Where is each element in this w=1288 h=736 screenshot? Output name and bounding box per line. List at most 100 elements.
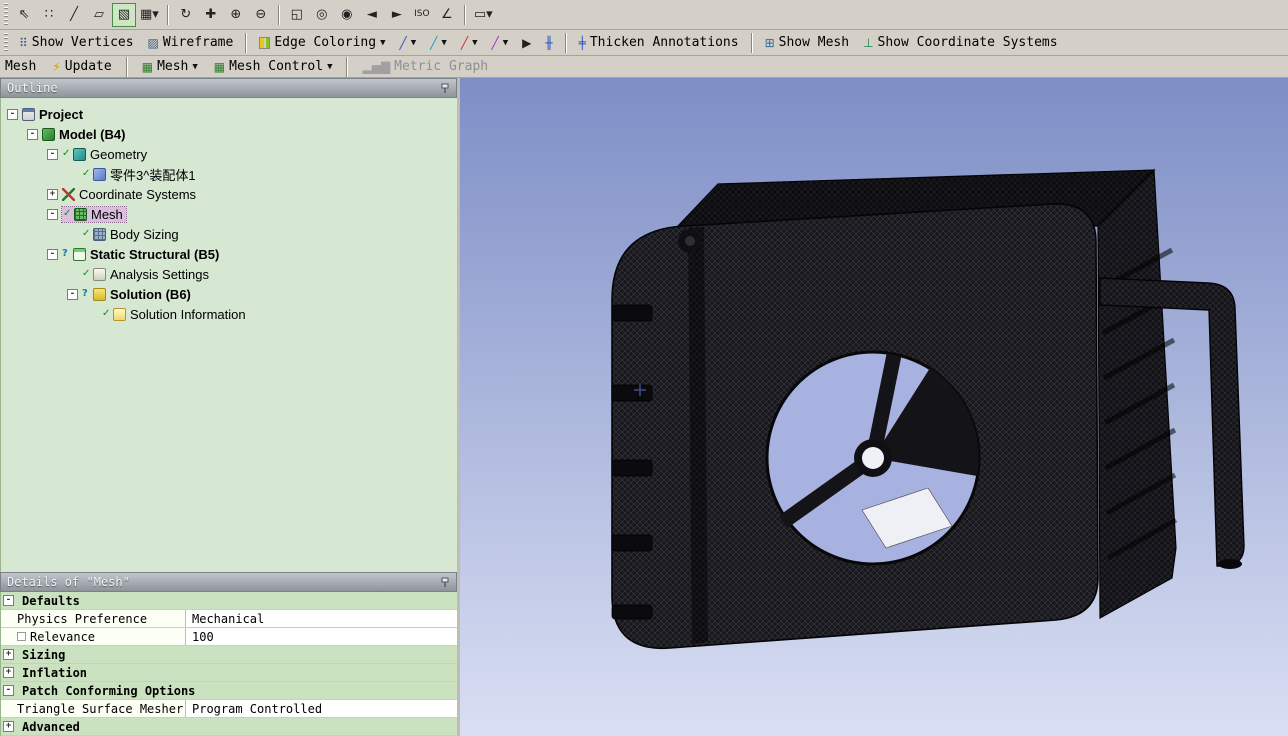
show-mesh-button[interactable]: ⊞ Show Mesh	[759, 32, 856, 53]
details-section-defaults[interactable]: - Defaults	[1, 592, 457, 610]
expand-toggle[interactable]: +	[3, 667, 14, 678]
expand-toggle[interactable]: -	[47, 149, 58, 160]
zoom-in-icon[interactable]: ⊕	[224, 3, 248, 27]
thicken-annotations-button[interactable]: ╪ Thicken Annotations	[573, 32, 745, 53]
tree-item-coordinate-systems[interactable]: + Coordinate Systems	[1, 184, 455, 204]
details-row-triangle-surface-mesher[interactable]: Triangle Surface Mesher Program Controll…	[1, 700, 457, 718]
details-row-relevance[interactable]: Relevance 100	[1, 628, 457, 646]
status-check-icon: ✓	[63, 209, 72, 219]
previous-view-icon[interactable]: ◄	[360, 3, 384, 27]
property-value[interactable]: 100	[186, 628, 457, 645]
viewports-dropdown[interactable]: ▭▾	[471, 3, 496, 27]
toolbar-grip[interactable]	[4, 33, 8, 53]
mesh-menu-dropdown[interactable]: ▦ Mesh ▼	[136, 56, 204, 77]
expand-toggle[interactable]: +	[3, 649, 14, 660]
geometry-icon	[73, 148, 86, 161]
status-check-icon: ✓	[82, 229, 91, 239]
edge-coloring-dropdown[interactable]: Edge Coloring ▼	[253, 32, 391, 53]
expand-toggle[interactable]: -	[47, 249, 58, 260]
tree-item-body-sizing[interactable]: ✓ Body Sizing	[1, 224, 455, 244]
expand-toggle[interactable]: +	[47, 189, 58, 200]
mesh-control-icon: ▦	[214, 61, 225, 73]
show-vertices-label: Show Vertices	[32, 35, 134, 50]
zoom-out-icon[interactable]: ⊖	[249, 3, 273, 27]
rotate-view-icon[interactable]: ↻	[174, 3, 198, 27]
edge-direction-button[interactable]: ▶	[516, 34, 537, 52]
coordinate-systems-icon	[62, 188, 75, 201]
fan-opening	[767, 352, 979, 564]
edge-coloring-icon	[259, 37, 270, 49]
tree-item-label: Body Sizing	[110, 227, 179, 242]
look-at-face-icon[interactable]: ∠	[435, 3, 459, 27]
section-label: Defaults	[22, 594, 80, 608]
midside-nodes-icon: ╫	[545, 37, 552, 49]
tree-item-analysis-settings[interactable]: ✓ Analysis Settings	[1, 264, 455, 284]
selection-filter-edges-icon[interactable]: ╱	[62, 3, 86, 27]
details-row-physics-preference[interactable]: Physics Preference Mechanical	[1, 610, 457, 628]
details-section-patch-conforming[interactable]: - Patch Conforming Options	[1, 682, 457, 700]
edge-option-dropdown-3[interactable]: ╱ ▼	[455, 34, 484, 52]
graphics-viewport[interactable]	[460, 78, 1288, 736]
show-vertices-button[interactable]: ⠿ Show Vertices	[13, 32, 140, 53]
next-view-icon[interactable]: ►	[385, 3, 409, 27]
show-mesh-label: Show Mesh	[779, 35, 849, 50]
update-button[interactable]: ⚡ Update	[46, 56, 117, 77]
iso-view-icon[interactable]: ISO	[410, 3, 434, 27]
tree-item-solution-information[interactable]: ✓ Solution Information	[1, 304, 455, 324]
toolbar-grip[interactable]	[4, 3, 8, 26]
mesh-control-label: Mesh Control	[229, 59, 323, 74]
expand-toggle[interactable]: -	[3, 685, 14, 696]
edge-option-dropdown-1[interactable]: ╱ ▼	[394, 34, 423, 52]
tree-item-mesh[interactable]: - ✓ Mesh	[1, 204, 455, 224]
property-value[interactable]: Mechanical	[186, 610, 457, 627]
meshed-model[interactable]	[612, 170, 1244, 648]
zoom-to-fit-icon[interactable]: ◎	[310, 3, 334, 27]
expand-toggle[interactable]: -	[7, 109, 18, 120]
tree-item-solution[interactable]: - ? Solution (B6)	[1, 284, 455, 304]
tree-item-static-structural[interactable]: - ? Static Structural (B5)	[1, 244, 455, 264]
expand-toggle[interactable]: -	[47, 209, 58, 220]
expand-toggle[interactable]: -	[27, 129, 38, 140]
tree-item-project[interactable]: - Project	[1, 104, 455, 124]
tree-item-model[interactable]: - Model (B4)	[1, 124, 455, 144]
selection-filter-faces-icon[interactable]: ▱	[87, 3, 111, 27]
chevron-down-icon: ▼	[503, 38, 508, 48]
pin-icon[interactable]	[440, 83, 450, 94]
selected-item-highlight: ✓ Mesh	[62, 207, 126, 222]
expand-toggle[interactable]: +	[3, 721, 14, 732]
wireframe-button[interactable]: ▨ Wireframe	[142, 32, 240, 53]
edge-option-dropdown-2[interactable]: ╱ ▼	[424, 34, 453, 52]
expand-toggle[interactable]: -	[67, 289, 78, 300]
midside-nodes-button[interactable]: ╫	[539, 34, 558, 52]
details-section-sizing[interactable]: + Sizing	[1, 646, 457, 664]
box-zoom-icon[interactable]: ◱	[285, 3, 309, 27]
section-label: Sizing	[22, 648, 65, 662]
details-section-advanced[interactable]: + Advanced	[1, 718, 457, 736]
tree-item-part[interactable]: ✓ 零件3^装配体1	[1, 164, 455, 184]
pan-view-icon[interactable]: ✚	[199, 3, 223, 27]
show-coordinate-systems-button[interactable]: ⊥ Show Coordinate Systems	[857, 32, 1063, 53]
details-panel-header: Details of "Mesh"	[0, 572, 457, 592]
status-question-icon: ?	[62, 249, 71, 259]
tree-item-geometry[interactable]: - ✓ Geometry	[1, 144, 455, 164]
extend-selection-dropdown[interactable]: ▦▾	[137, 3, 162, 27]
selection-filter-vertices-icon[interactable]: ∷	[37, 3, 61, 27]
status-check-icon: ✓	[82, 169, 91, 179]
mesh-grid-icon: ▦	[142, 61, 153, 73]
model-icon	[42, 128, 55, 141]
magnifier-window-icon[interactable]: ◉	[335, 3, 359, 27]
property-name: Relevance	[1, 628, 186, 645]
mesh-control-dropdown[interactable]: ▦ Mesh Control ▼	[208, 56, 339, 77]
edge-option-dropdown-4[interactable]: ╱ ▼	[485, 34, 514, 52]
expand-toggle[interactable]: -	[3, 595, 14, 606]
property-value[interactable]: Program Controlled	[186, 700, 457, 717]
pin-icon[interactable]	[440, 577, 450, 588]
tree-item-label: Solution (B6)	[110, 287, 191, 302]
toolbar-separator	[278, 5, 280, 25]
checkbox-icon[interactable]	[17, 632, 26, 641]
select-pointer-icon[interactable]: ⇖	[12, 3, 36, 27]
selection-filter-bodies-icon[interactable]: ▧	[112, 3, 136, 27]
details-section-inflation[interactable]: + Inflation	[1, 664, 457, 682]
viewport-canvas[interactable]	[460, 78, 1288, 736]
chevron-down-icon: ▼	[472, 38, 477, 48]
